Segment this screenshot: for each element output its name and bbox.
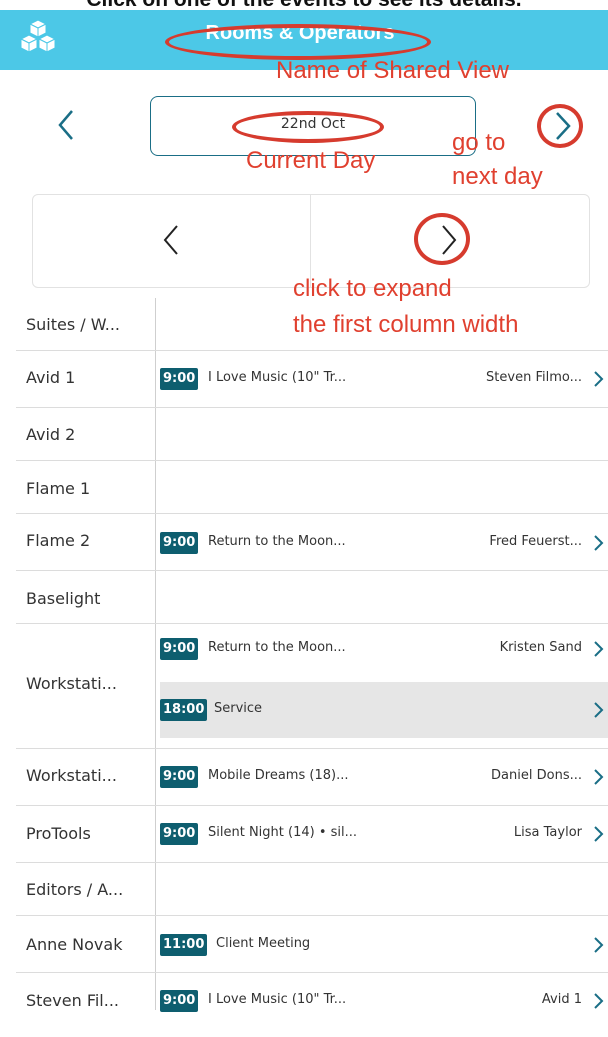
row-label[interactable]: Suites / W... bbox=[26, 315, 120, 334]
event-assignee: Lisa Taylor bbox=[513, 825, 582, 840]
expand-highlight-circle bbox=[414, 213, 470, 265]
event-time: 9:00 bbox=[160, 766, 199, 788]
chevron-right-icon bbox=[594, 371, 604, 387]
next-day-highlight-circle bbox=[537, 104, 583, 148]
row-label[interactable]: Steven Fil... bbox=[26, 991, 119, 1010]
row-label[interactable]: Avid 2 bbox=[26, 425, 75, 444]
event-time: 9:00 bbox=[160, 532, 199, 554]
chevron-right-icon bbox=[594, 826, 604, 842]
chevron-right-icon bbox=[594, 993, 604, 1009]
annotation-current-day: Current Day bbox=[246, 147, 376, 174]
event-item[interactable]: 11:00 Client Meeting bbox=[160, 926, 608, 964]
row-label[interactable]: Workstati... bbox=[26, 766, 117, 785]
row-label[interactable]: Avid 1 bbox=[26, 368, 75, 387]
chevron-right-icon bbox=[594, 769, 604, 785]
annotation-shared-view: Name of Shared View bbox=[276, 57, 510, 84]
event-time: 18:00 bbox=[160, 699, 208, 721]
day-highlight-ellipse bbox=[232, 111, 384, 143]
row-label[interactable]: Flame 1 bbox=[26, 479, 90, 498]
chevron-right-icon bbox=[594, 702, 604, 718]
shrink-column-icon[interactable] bbox=[160, 222, 184, 258]
resource-row bbox=[16, 461, 608, 514]
event-assignee: Fred Feuerst... bbox=[489, 534, 582, 549]
resource-row bbox=[16, 408, 608, 461]
previous-day-icon[interactable] bbox=[52, 105, 82, 145]
event-title: I Love Music (10" Tr... bbox=[208, 992, 347, 1007]
event-title: Client Meeting bbox=[216, 936, 311, 951]
chevron-right-icon bbox=[594, 937, 604, 953]
row-label[interactable]: Anne Novak bbox=[26, 935, 122, 954]
event-item[interactable]: 9:00 Return to the Moon... Fred Feuerst.… bbox=[160, 524, 608, 562]
event-item[interactable]: 18:00 Service bbox=[160, 682, 608, 738]
row-label[interactable]: Workstati... bbox=[26, 674, 117, 693]
event-assignee: Steven Filmo... bbox=[486, 370, 582, 385]
event-assignee: Avid 1 bbox=[541, 992, 582, 1007]
chevron-right-icon bbox=[594, 535, 604, 551]
event-title: Return to the Moon... bbox=[208, 534, 346, 549]
event-item[interactable]: 9:00 I Love Music (10" Tr... Steven Film… bbox=[160, 360, 608, 398]
event-item[interactable]: 9:00 Silent Night (14) • sil... Lisa Tay… bbox=[160, 815, 608, 853]
event-time: 9:00 bbox=[160, 638, 199, 660]
event-time: 9:00 bbox=[160, 368, 199, 390]
title-highlight-ellipse bbox=[165, 24, 431, 60]
event-title: Silent Night (14) • sil... bbox=[208, 825, 358, 840]
event-title: Return to the Moon... bbox=[208, 640, 346, 655]
event-item[interactable]: 9:00 Mobile Dreams (18)... Daniel Dons..… bbox=[160, 758, 608, 796]
row-label[interactable]: ProTools bbox=[26, 824, 91, 843]
event-time: 9:00 bbox=[160, 823, 199, 845]
cubes-logo-icon bbox=[20, 19, 56, 53]
event-assignee: Daniel Dons... bbox=[491, 768, 582, 783]
annotation-go-to: go to bbox=[452, 129, 506, 156]
event-title: I Love Music (10" Tr... bbox=[208, 370, 347, 385]
row-label[interactable]: Editors / A... bbox=[26, 880, 123, 899]
event-assignee: Kristen Sand bbox=[499, 640, 582, 655]
resource-row bbox=[16, 571, 608, 624]
event-item[interactable]: 9:00 I Love Music (10" Tr... Avid 1 bbox=[160, 982, 608, 1020]
event-time: 9:00 bbox=[160, 990, 199, 1012]
event-time: 11:00 bbox=[160, 934, 208, 956]
row-label[interactable]: Flame 2 bbox=[26, 531, 90, 550]
annotation-next-day: next day bbox=[452, 163, 543, 190]
event-item[interactable]: 9:00 Return to the Moon... Kristen Sand bbox=[160, 630, 608, 668]
event-title: Mobile Dreams (18)... bbox=[208, 768, 349, 783]
chevron-right-icon bbox=[594, 641, 604, 657]
row-label[interactable]: Baselight bbox=[26, 589, 100, 608]
event-title: Service bbox=[214, 701, 263, 716]
